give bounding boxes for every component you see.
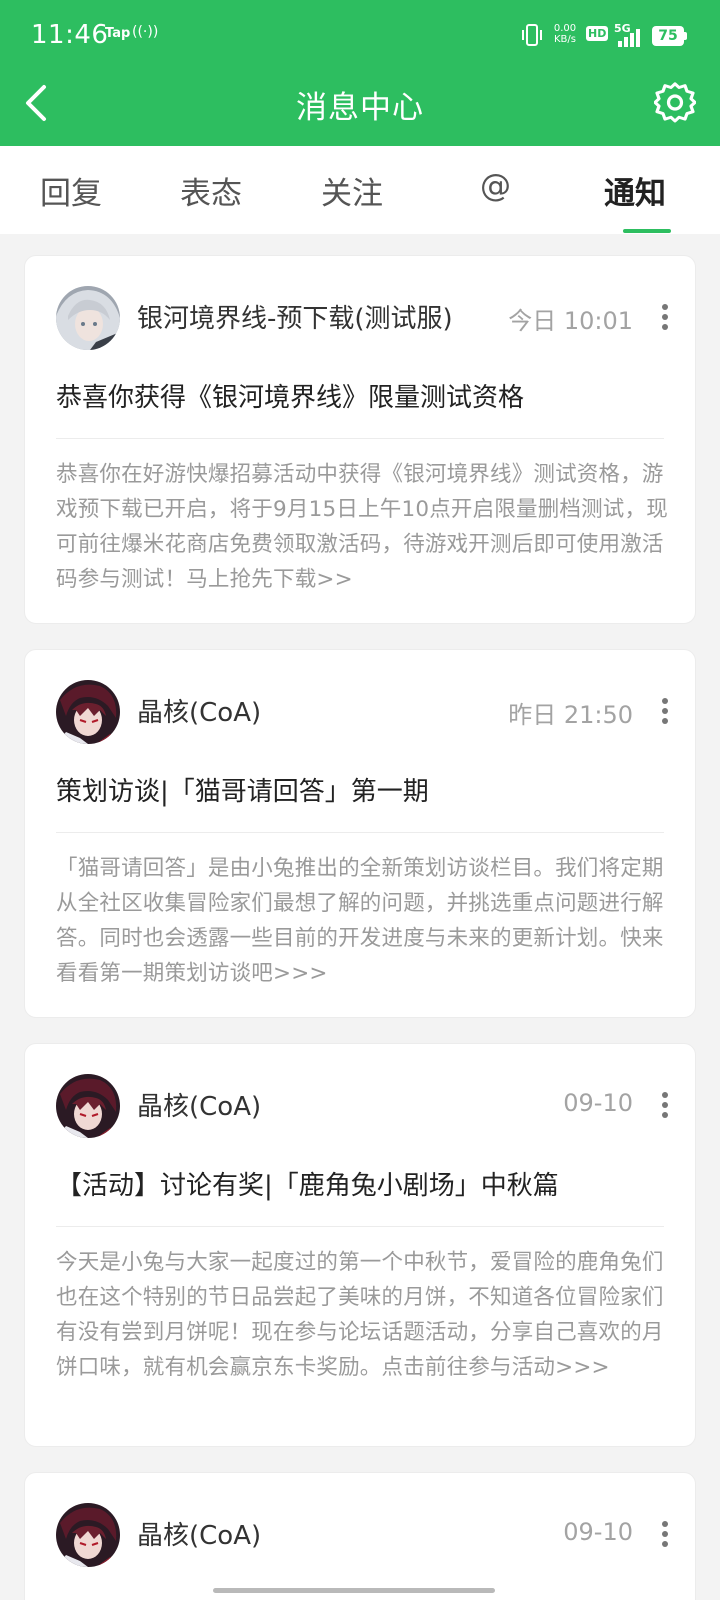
more-vertical-icon bbox=[662, 304, 668, 330]
timestamp: 今日 10:01 bbox=[508, 307, 633, 335]
notification-body: 恭喜你在好游快爆招募活动中获得《银河境界线》测试资格，游戏预下载已开启，将于9月… bbox=[56, 462, 668, 592]
notification-card[interactable]: 晶核(CoA) 09-10 【活动】讨论有奖|「鹿角兔小剧场」中秋篇 今天是小兔… bbox=[24, 1043, 696, 1447]
author-name: 晶核(CoA) bbox=[137, 1092, 262, 1122]
settings-button[interactable] bbox=[650, 78, 700, 128]
author-name: 晶核(CoA) bbox=[137, 698, 262, 728]
more-options-button[interactable] bbox=[653, 694, 677, 728]
timestamp: 昨日 21:50 bbox=[508, 701, 633, 729]
battery-level: 75 bbox=[652, 26, 684, 46]
battery-icon: 75 bbox=[652, 26, 688, 46]
page-title: 消息中心 bbox=[296, 90, 424, 126]
author-name: 银河境界线-预下载(测试服) bbox=[137, 304, 453, 334]
notification-title: 恭喜你获得《银河境界线》限量测试资格 bbox=[56, 383, 525, 413]
tab-replies[interactable]: 回复 bbox=[40, 168, 102, 213]
signal-icon: 5G bbox=[614, 22, 648, 48]
tab-mentions[interactable]: @ bbox=[480, 168, 511, 204]
message-center-screen: 11:46 Tap ((·)) 0.00 KB/s HD 5G 75 消息中心 … bbox=[0, 0, 720, 1600]
avatar[interactable] bbox=[56, 1503, 120, 1567]
avatar[interactable] bbox=[56, 1074, 120, 1138]
hotspot-icon: ((·)) bbox=[132, 24, 159, 40]
status-time: 11:46 bbox=[31, 20, 109, 50]
notification-card[interactable]: 晶核(CoA) 09-10 bbox=[24, 1472, 696, 1600]
tab-notifications[interactable]: 通知 bbox=[604, 168, 666, 213]
notification-card[interactable]: 晶核(CoA) 昨日 21:50 策划访谈|「猫哥请回答」第一期 「猫哥请回答」… bbox=[24, 649, 696, 1018]
avatar[interactable] bbox=[56, 286, 120, 350]
more-options-button[interactable] bbox=[653, 1517, 677, 1551]
more-options-button[interactable] bbox=[653, 1088, 677, 1122]
network-type: 5G bbox=[614, 22, 631, 35]
tab-follows[interactable]: 关注 bbox=[321, 168, 383, 213]
top-bar: 11:46 Tap ((·)) 0.00 KB/s HD 5G 75 消息中心 bbox=[0, 0, 720, 146]
divider bbox=[56, 1226, 664, 1227]
notification-card[interactable]: 银河境界线-预下载(测试服) 今日 10:01 恭喜你获得《银河境界线》限量测试… bbox=[24, 255, 696, 624]
notification-body: 「猫哥请回答」是由小兔推出的全新策划访谈栏目。我们将定期从全社区收集冒险家们最想… bbox=[56, 856, 664, 986]
more-options-button[interactable] bbox=[653, 300, 677, 334]
divider bbox=[56, 438, 664, 439]
taptap-badge: Tap bbox=[105, 26, 131, 41]
notification-title: 【活动】讨论有奖|「鹿角兔小剧场」中秋篇 bbox=[56, 1171, 559, 1201]
gear-icon bbox=[654, 82, 696, 123]
tab-reactions[interactable]: 表态 bbox=[180, 168, 242, 213]
more-vertical-icon bbox=[662, 1092, 668, 1118]
hd-badge: HD bbox=[586, 26, 609, 41]
home-indicator[interactable] bbox=[213, 1588, 495, 1593]
vibrate-icon bbox=[522, 24, 542, 46]
net-speed-unit: KB/s bbox=[554, 34, 576, 45]
more-vertical-icon bbox=[662, 698, 668, 724]
more-vertical-icon bbox=[662, 1521, 668, 1547]
notification-title: 策划访谈|「猫哥请回答」第一期 bbox=[56, 777, 429, 807]
avatar[interactable] bbox=[56, 680, 120, 744]
author-name: 晶核(CoA) bbox=[137, 1521, 262, 1551]
timestamp: 09-10 bbox=[563, 1518, 633, 1546]
active-tab-indicator bbox=[623, 229, 671, 233]
tab-bar: 回复 表态 关注 @ 通知 bbox=[0, 146, 720, 234]
net-speed: 0.00 KB/s bbox=[550, 23, 580, 45]
status-bar: 11:46 Tap ((·)) 0.00 KB/s HD 5G 75 bbox=[0, 0, 720, 72]
divider bbox=[56, 832, 664, 833]
header: 消息中心 bbox=[0, 72, 720, 146]
notification-body: 今天是小兔与大家一起度过的第一个中秋节，爱冒险的鹿角兔们也在这个特别的节日品尝起… bbox=[56, 1250, 664, 1380]
net-speed-value: 0.00 bbox=[553, 23, 577, 34]
timestamp: 09-10 bbox=[563, 1089, 633, 1117]
